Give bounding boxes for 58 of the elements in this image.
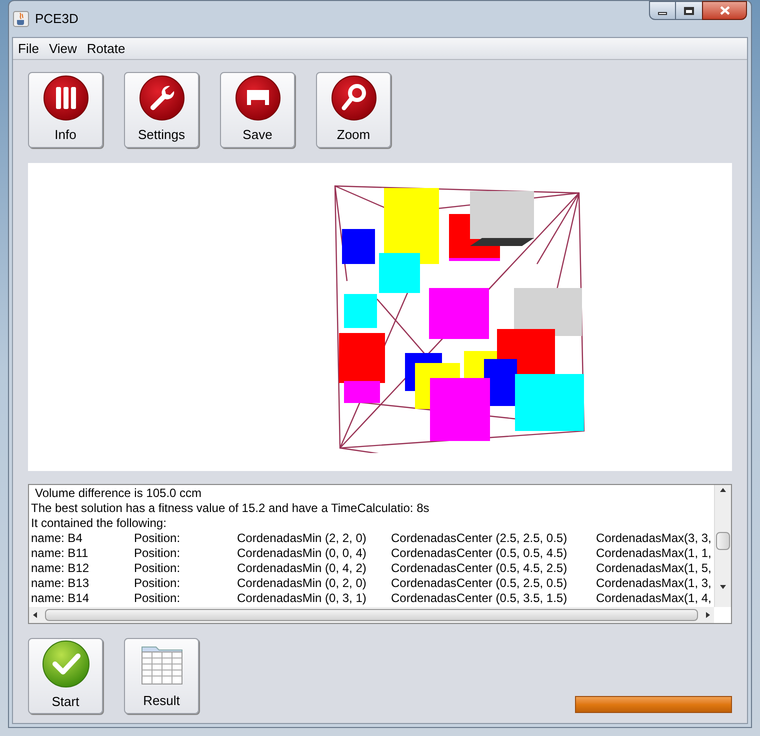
output-cell-text: CordenadasMin (0, 0, 4) <box>237 546 368 561</box>
toolbar-button[interactable]: Save <box>220 72 295 148</box>
vertical-scrollbar[interactable] <box>714 485 731 607</box>
check-icon <box>42 640 90 688</box>
output-cell-text: CordenadasMin (0, 2, 0) <box>237 576 368 591</box>
up-arrow-icon <box>720 488 726 492</box>
scroll-thumb[interactable] <box>716 532 730 550</box>
output-cell-text: CordenadasCenter (0.5, 2.5, 0.5) <box>391 576 568 591</box>
output-cell-text: CordenadasCenter (0.5, 3.5, 1.5) <box>391 591 568 606</box>
output-cell: CordenadasMax(1, 3, <box>596 576 712 591</box>
horizontal-scrollbar[interactable] <box>29 607 714 623</box>
drive-icon <box>234 75 280 122</box>
output-cell-text: Position: <box>134 591 182 606</box>
maximize-button[interactable] <box>676 1 702 20</box>
output-cell-text: CordenadasMin (2, 2, 0) <box>237 531 368 546</box>
output-cell-text: name: B12 <box>31 561 90 576</box>
minimize-button[interactable] <box>649 1 676 20</box>
output-cell-text: CordenadasMin (0, 4, 2) <box>237 561 368 576</box>
menu-item[interactable]: File <box>18 38 39 58</box>
down-arrow-icon <box>720 585 726 589</box>
output-cell-text: Position: <box>134 561 182 576</box>
toolbar-button[interactable]: Start <box>28 638 103 714</box>
output-cell-text: Position: <box>134 546 182 561</box>
output-cell-text: name: B13 <box>31 576 90 591</box>
minimize-icon <box>658 12 667 15</box>
close-icon <box>720 6 730 15</box>
toolbar-button[interactable]: Result <box>124 638 199 714</box>
left-arrow-icon <box>33 612 37 618</box>
output-cell-text: name: B14 <box>31 591 90 606</box>
output-cell-text: name: B4 <box>31 531 84 546</box>
output-line: Volume difference is 105.0 ccm <box>34 486 203 501</box>
output-line: The best solution has a fitness value of 15.2 and have a TimeCalculatio: 8s <box>31 501 430 516</box>
output-cell: CordenadasMax(3, 3, <box>596 531 712 546</box>
close-button[interactable] <box>702 1 747 20</box>
output-cell-text: Position: <box>134 531 182 546</box>
toolbar-button[interactable]: Info <box>28 72 103 148</box>
output-cell: CordenadasMax(1, 1, <box>596 546 712 561</box>
bars-icon <box>42 75 88 122</box>
output-cell-text: Position: <box>134 576 182 591</box>
output-cell-text: CordenadasCenter (0.5, 0.5, 4.5) <box>391 546 568 561</box>
wrench-icon <box>138 75 184 122</box>
menu-item[interactable]: Rotate <box>86 38 126 58</box>
right-arrow-icon <box>706 612 710 618</box>
output-line: It contained the following: <box>31 516 168 531</box>
menu-item[interactable]: View <box>48 38 77 58</box>
toolbar-button[interactable]: Settings <box>124 72 199 148</box>
scroll-thumb[interactable] <box>45 609 698 621</box>
magnifier-icon <box>330 75 376 122</box>
output-cell-text: CordenadasCenter (0.5, 4.5, 2.5) <box>391 561 568 576</box>
coffee-cup-icon <box>13 11 29 27</box>
output-cell: CordenadasMax(1, 4, <box>596 591 712 606</box>
toolbar-button[interactable]: Zoom <box>316 72 391 148</box>
output-cell-text: CordenadasCenter (2.5, 2.5, 0.5) <box>391 531 568 546</box>
output-cell-text: CordenadasMin (0, 3, 1) <box>237 591 368 606</box>
window-title: PCE3D <box>35 10 78 28</box>
output-cell: CordenadasMax(1, 5, <box>596 561 712 576</box>
output-cell-text: name: B11 <box>31 546 90 561</box>
maximize-icon <box>684 6 694 14</box>
